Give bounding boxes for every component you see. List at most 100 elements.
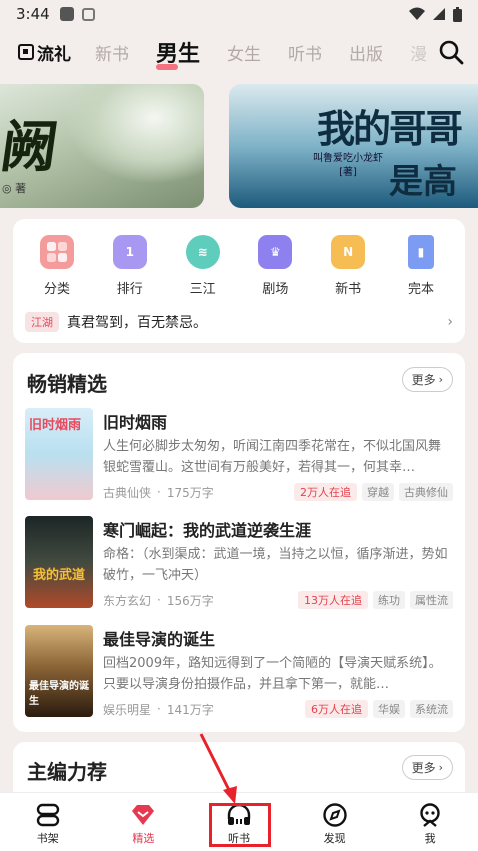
section-title: 主编力荐 — [27, 760, 107, 784]
category-label: 剧场 — [262, 282, 289, 297]
wave-icon: ≋ — [185, 235, 220, 269]
nav-profile[interactable]: 我 — [382, 793, 478, 851]
category-ranking[interactable]: 1 排行 — [100, 235, 160, 297]
follower-badge: 2万人在追 — [294, 483, 357, 501]
book-genre: 古典仙侠 — [103, 485, 152, 500]
book-genre: 东方玄幻 — [103, 593, 152, 608]
category-new-books[interactable]: N 新书 — [318, 235, 378, 297]
book-title: 最佳导演的诞生 — [103, 630, 216, 649]
banner-2-author-suffix: [著] — [339, 167, 357, 178]
book-item[interactable]: 最佳导演的诞生 最佳导演的诞生 回档2009年，路知远得到了一个简陋的【导演天赋… — [25, 625, 453, 718]
rank-icon: 1 — [112, 235, 147, 269]
tab-comics[interactable]: 漫 — [410, 40, 427, 65]
banner-2[interactable]: 我的哥哥 叫鲁爱吃小龙虾 [著] 是高 — [229, 84, 478, 208]
book-title: 寒门崛起：我的武道逆袭生涯 — [103, 521, 312, 540]
bookshelf-icon — [36, 803, 59, 827]
banner-1-title: 阙 — [0, 114, 63, 180]
bestseller-section: 畅销精选 更多 › 旧时烟雨 旧时烟雨 人生何必脚步太匆匆，听闻江南四季花常在，… — [13, 353, 465, 732]
more-button[interactable]: 更多 › — [401, 755, 453, 780]
cover-title: 最佳导演的诞生 — [29, 681, 89, 707]
nav-label: 精选 — [132, 832, 155, 845]
status-time: 3:44 — [16, 5, 50, 23]
book-cover[interactable]: 旧时烟雨 — [25, 408, 93, 500]
theater-icon: ♛ — [258, 235, 293, 269]
book-item[interactable]: 我的武道 寒门崛起：我的武道逆袭生涯 命格：（水到渠成：武道一境，当持之以恒，循… — [25, 516, 453, 609]
section-title: 畅销精选 — [27, 372, 107, 396]
book-word-count: 156万字 — [166, 593, 214, 608]
more-label: 更多 — [411, 761, 436, 775]
nav-discover[interactable]: 发现 — [287, 793, 383, 851]
book-title: 旧时烟雨 — [103, 413, 168, 432]
book-tag: 华娱 — [373, 700, 405, 718]
category-card: 分类 1 排行 ≋ 三江 ♛ 剧场 N 新书 ▮ 完本 江湖 真君驾到，百无禁忌… — [13, 219, 465, 343]
banner-mountain-art — [64, 84, 204, 184]
finished-book-icon: ▮ — [407, 235, 434, 269]
notification-icon — [59, 7, 74, 21]
book-item[interactable]: 旧时烟雨 旧时烟雨 人生何必脚步太匆匆，听闻江南四季花常在，不似北国风舞银蛇雪覆… — [25, 408, 453, 501]
annotation-arrow — [199, 733, 237, 804]
banner-carousel[interactable]: 阙 ◎ 著 我的哥哥 叫鲁爱吃小龙虾 [著] 是高 — [0, 84, 478, 210]
banner-2-title-line2: 是高 — [389, 162, 457, 202]
category-label: 新书 — [335, 282, 362, 297]
grid-icon — [40, 235, 74, 269]
shield-icon — [81, 7, 95, 21]
tab-female[interactable]: 女生 — [227, 40, 261, 65]
book-genre: 娱乐明星 — [103, 702, 152, 717]
book-word-count: 175万字 — [166, 485, 214, 500]
category-sanjiang[interactable]: ≋ 三江 — [173, 235, 233, 297]
notice-tag: 江湖 — [25, 312, 59, 332]
category-label: 排行 — [116, 282, 143, 297]
notice-bar[interactable]: 江湖 真君驾到，百无禁忌。 › — [25, 310, 453, 334]
signal-icon — [433, 8, 445, 20]
nav-bookshelf[interactable]: 书架 — [0, 793, 96, 851]
logo-text: 流礼 — [37, 44, 71, 65]
app-logo[interactable]: 流礼 — [18, 40, 71, 65]
category-classify[interactable]: 分类 — [27, 235, 87, 297]
chevron-right-icon: › — [438, 761, 443, 774]
new-book-icon: N — [331, 235, 366, 269]
status-bar: 3:44 — [0, 0, 478, 28]
tab-audiobooks[interactable]: 听书 — [288, 40, 322, 65]
chevron-right-icon: › — [438, 373, 443, 386]
cover-title: 我的武道 — [33, 568, 86, 583]
banner-1[interactable]: 阙 ◎ 著 — [0, 84, 204, 208]
book-tag: 属性流 — [410, 591, 453, 609]
category-label: 完本 — [407, 282, 434, 297]
book-description: 人生何必脚步太匆匆，听闻江南四季花常在，不似北国风舞银蛇雪覆山。这世间有万般美好… — [103, 439, 442, 475]
banner-2-title-line1: 我的哥哥 — [317, 106, 463, 151]
book-cover[interactable]: 我的武道 — [25, 516, 93, 608]
diamond-icon — [132, 805, 155, 825]
compass-icon — [322, 803, 347, 827]
tab-new-books[interactable]: 新书 — [95, 40, 129, 65]
banner-2-author-name: 叫鲁爱吃小龙虾 — [313, 153, 383, 164]
nav-label: 我 — [424, 832, 436, 845]
category-finished[interactable]: ▮ 完本 — [391, 235, 451, 297]
notice-text: 真君驾到，百无禁忌。 — [67, 315, 207, 331]
book-description: 回档2009年，路知远得到了一个简陋的【导演天赋系统】。只要以导演身份拍摄作品，… — [103, 656, 442, 692]
more-button[interactable]: 更多 › — [401, 367, 453, 392]
search-icon[interactable] — [438, 39, 464, 65]
nav-label: 发现 — [323, 832, 346, 845]
annotation-highlight-box — [209, 803, 271, 847]
nav-label: 书架 — [36, 832, 59, 845]
book-cover[interactable]: 最佳导演的诞生 — [25, 625, 93, 717]
book-tag: 练功 — [373, 591, 405, 609]
wifi-icon — [409, 7, 425, 20]
more-label: 更多 — [411, 373, 436, 387]
category-theater[interactable]: ♛ 剧场 — [245, 235, 305, 297]
follower-badge: 6万人在追 — [305, 700, 368, 718]
tab-publishing[interactable]: 出版 — [349, 40, 383, 65]
book-word-count: 141万字 — [166, 702, 214, 717]
nav-featured[interactable]: 精选 — [96, 793, 192, 851]
book-tag: 穿越 — [362, 483, 394, 501]
book-description: 命格：（水到渠成：武道一境，当持之以恒，循序渐进，势如破竹，一飞冲天） — [103, 547, 448, 583]
category-label: 分类 — [43, 282, 70, 297]
banner-1-author: ◎ 著 — [2, 182, 27, 195]
book-tag: 系统流 — [410, 700, 453, 718]
category-label: 三江 — [189, 282, 216, 297]
follower-badge: 13万人在追 — [298, 591, 368, 609]
tab-male[interactable]: 男生 — [156, 36, 200, 70]
banner-2-author: 叫鲁爱吃小龙虾 [著] — [313, 152, 383, 180]
cover-title: 旧时烟雨 — [29, 418, 82, 433]
top-nav: 流礼 新书 男生 女生 听书 出版 漫 — [0, 30, 478, 74]
